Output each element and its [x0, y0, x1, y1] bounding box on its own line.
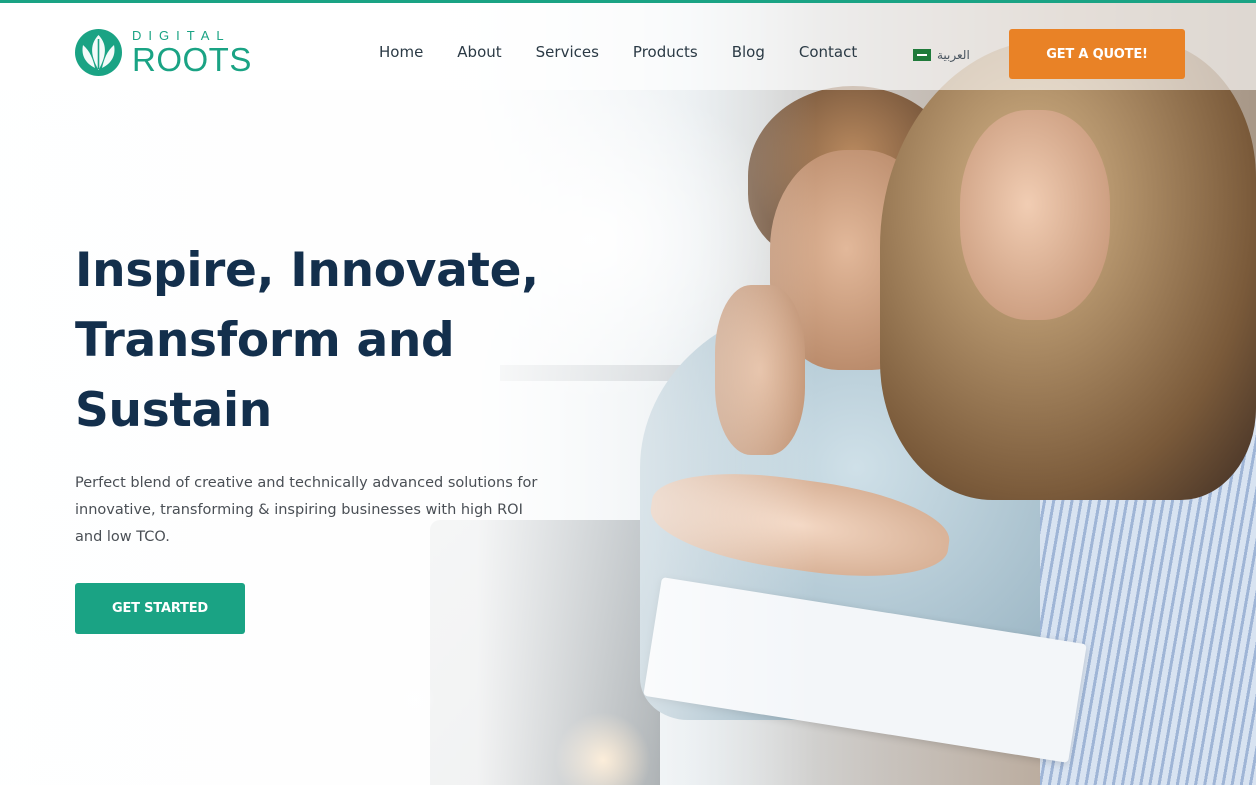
main-nav: Home About Services Products Blog Contac…: [379, 43, 891, 61]
language-switcher[interactable]: العربية: [913, 48, 970, 62]
nav-item-home[interactable]: Home: [379, 43, 423, 61]
nav-item-products[interactable]: Products: [633, 43, 698, 61]
nav-item-blog[interactable]: Blog: [732, 43, 765, 61]
logo-big-text: ROOTS: [132, 41, 252, 78]
nav-item-contact[interactable]: Contact: [799, 43, 857, 61]
site-header: DIGITAL ROOTS Home About Services Produc…: [0, 3, 1256, 90]
top-accent-line: [0, 0, 1256, 3]
leaf-logo-icon: [75, 29, 122, 76]
logo[interactable]: DIGITAL ROOTS: [75, 29, 252, 76]
saudi-flag-icon: [913, 49, 931, 61]
headline-line-1: Inspire, Innovate,: [75, 243, 539, 298]
language-label: العربية: [937, 48, 970, 62]
get-started-button[interactable]: GET STARTED: [75, 583, 245, 634]
nav-item-services[interactable]: Services: [536, 43, 599, 61]
get-a-quote-button[interactable]: GET A QUOTE!: [1009, 29, 1185, 79]
nav-item-about[interactable]: About: [457, 43, 501, 61]
hero-headline: Inspire, Innovate, Transform and Sustain: [75, 236, 575, 446]
headline-line-3: Sustain: [75, 383, 272, 438]
hero-subtext: Perfect blend of creative and technicall…: [75, 475, 538, 545]
headline-line-2: Transform and: [75, 313, 455, 368]
